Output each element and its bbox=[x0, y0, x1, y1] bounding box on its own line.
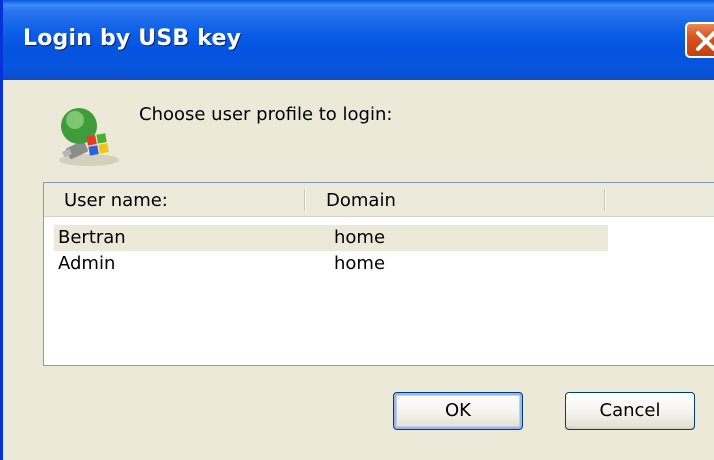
window-title: Login by USB key bbox=[23, 26, 242, 51]
login-dialog: Login by USB key Choose user profile to … bbox=[0, 0, 714, 460]
cancel-button[interactable]: Cancel bbox=[565, 392, 695, 430]
close-icon bbox=[696, 31, 714, 51]
dialog-body: Choose user profile to login: User name:… bbox=[3, 80, 714, 460]
column-separator[interactable] bbox=[604, 189, 606, 211]
column-header-user-name[interactable]: User name: bbox=[44, 183, 304, 216]
title-bar[interactable]: Login by USB key bbox=[3, 0, 714, 80]
user-name-cell: Bertran bbox=[58, 227, 126, 248]
column-header-domain[interactable]: Domain bbox=[306, 183, 604, 216]
domain-cell: home bbox=[334, 253, 386, 274]
close-button[interactable] bbox=[685, 22, 714, 58]
list-item[interactable]: Bertran home bbox=[54, 225, 608, 251]
prompt-text: Choose user profile to login: bbox=[139, 104, 393, 125]
domain-cell: home bbox=[334, 227, 386, 248]
list-header: User name: Domain bbox=[44, 183, 714, 217]
user-name-cell: Admin bbox=[58, 253, 116, 274]
usb-key-icon bbox=[59, 108, 119, 166]
ok-button[interactable]: OK bbox=[393, 392, 523, 430]
list-item[interactable]: Admin home bbox=[54, 251, 608, 277]
user-profile-list[interactable]: User name: Domain Bertran home Admin hom… bbox=[43, 182, 714, 366]
